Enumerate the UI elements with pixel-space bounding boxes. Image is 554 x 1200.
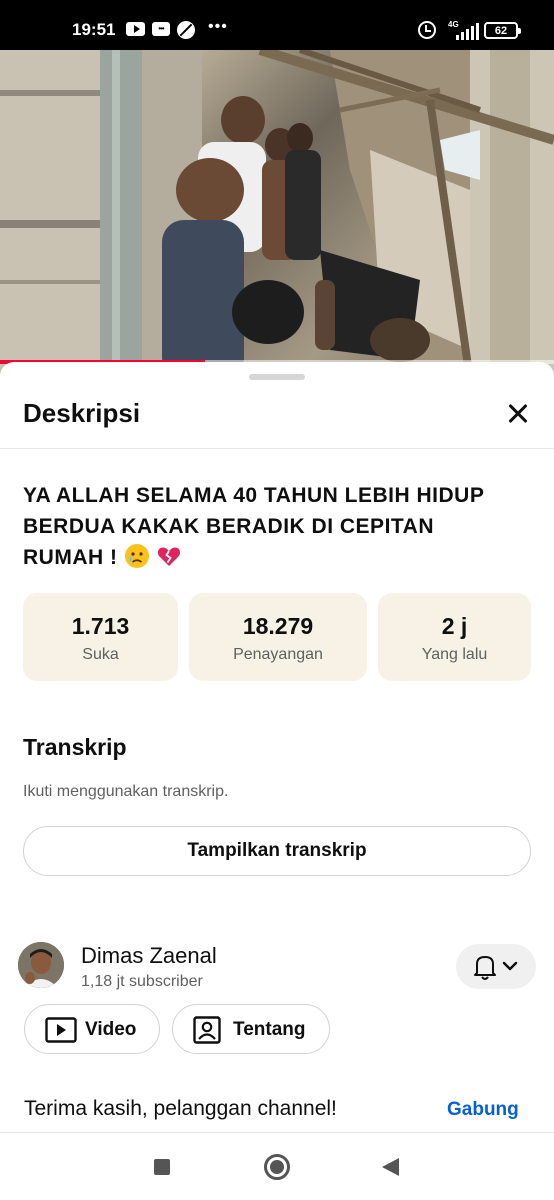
battery-level: 62 [494, 24, 508, 37]
broken-heart-emoji [158, 547, 181, 566]
upload-time-label: Yang lalu [421, 646, 488, 663]
notification-bell-button[interactable] [456, 944, 536, 989]
divider [0, 448, 554, 449]
channel-video-button[interactable]: Video [24, 1004, 160, 1054]
signal-icon: 4G [448, 20, 479, 40]
system-nav-bar [0, 1134, 554, 1200]
likes-count: 1.713 [71, 613, 130, 639]
video-title-text: YA ALLAH SELAMA 40 TAHUN LEBIH HIDUP BER… [23, 484, 484, 569]
bell-icon [474, 956, 518, 980]
do-not-disturb-icon [177, 21, 195, 39]
description-sheet: Deskripsi YA ALLAH SELAMA 40 TAHUN LEBIH… [0, 362, 554, 1200]
more-icon: ••• [208, 18, 228, 35]
membership-text: Terima kasih, pelanggan channel! [24, 1097, 337, 1120]
stat-views: 18.279 Penayangan [189, 593, 367, 681]
youtube-icon [126, 22, 145, 36]
message-icon [152, 22, 170, 36]
video-icon [45, 1017, 77, 1043]
subscriber-count: 1,18 jt subscriber [81, 973, 203, 990]
channel-about-button[interactable]: Tentang [172, 1004, 330, 1054]
transcript-title: Transkrip [23, 734, 127, 760]
show-transcript-button[interactable]: Tampilkan transkrip [23, 826, 531, 876]
avatar[interactable] [18, 942, 64, 988]
join-button[interactable]: Gabung [447, 1099, 519, 1121]
channel-name[interactable]: Dimas Zaenal [81, 943, 217, 969]
status-time: 19:51 [72, 20, 116, 39]
back-triangle-icon[interactable] [382, 1158, 399, 1176]
close-icon[interactable] [504, 398, 536, 430]
home-circle-icon[interactable] [264, 1154, 290, 1180]
likes-label: Suka [82, 646, 119, 663]
channel-avatar-image [18, 942, 64, 988]
upload-time-value: 2 j [441, 613, 468, 639]
about-button-label: Tentang [233, 1019, 306, 1040]
profile-icon [193, 1016, 221, 1044]
stat-likes: 1.713 Suka [23, 593, 178, 681]
alarm-icon [418, 21, 436, 39]
transcript-subtitle: Ikuti menggunakan transkrip. [23, 783, 229, 800]
video-title: YA ALLAH SELAMA 40 TAHUN LEBIH HIDUP BER… [23, 480, 493, 573]
battery-icon: 62 [484, 22, 521, 39]
drag-handle[interactable] [249, 374, 305, 380]
crying-face-emoji [124, 544, 149, 568]
stats-row: 1.713 Suka 18.279 Penayangan 2 j Yang la… [23, 593, 531, 681]
recents-square-icon[interactable] [154, 1159, 170, 1175]
views-count: 18.279 [242, 613, 314, 639]
divider [0, 1132, 554, 1133]
sheet-title: Deskripsi [23, 398, 141, 428]
video-button-label: Video [85, 1019, 137, 1040]
video-player[interactable] [0, 50, 554, 380]
status-bar: 19:51 ••• 4G 62 [0, 0, 554, 50]
views-label: Penayangan [233, 646, 323, 663]
video-frame [0, 50, 554, 380]
stat-upload-time: 2 j Yang lalu [378, 593, 531, 681]
